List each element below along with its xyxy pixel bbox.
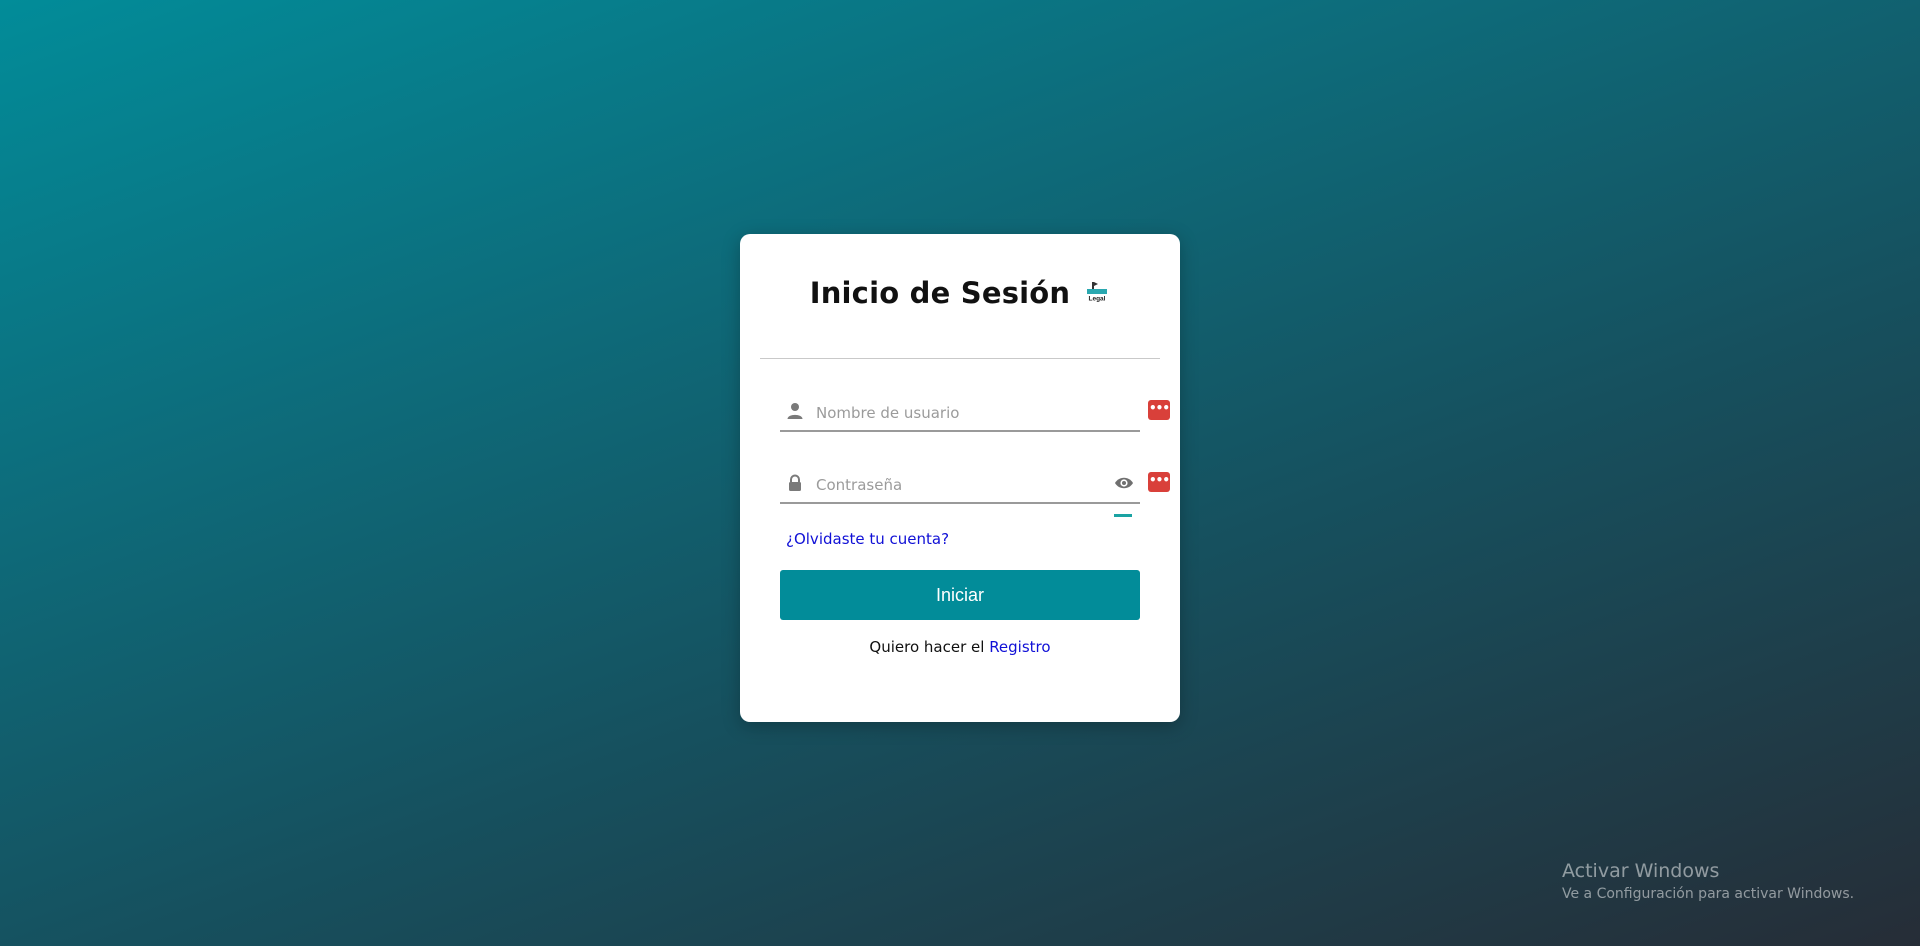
register-link[interactable]: Registro xyxy=(989,638,1050,656)
login-button[interactable]: Iniciar xyxy=(780,570,1140,620)
register-prompt: Quiero hacer el xyxy=(869,638,985,656)
title-divider xyxy=(760,358,1160,359)
password-field[interactable] xyxy=(780,466,1140,517)
forgot-account-link[interactable]: ¿Olvidaste tu cuenta? xyxy=(786,530,949,548)
eye-underline xyxy=(1114,514,1132,517)
username-input[interactable] xyxy=(814,398,1118,428)
eye-icon[interactable] xyxy=(1114,475,1134,491)
password-input[interactable] xyxy=(814,470,1118,500)
page-title: Inicio de Sesión xyxy=(809,276,1071,310)
watermark-title: Activar Windows xyxy=(1562,860,1720,882)
username-field[interactable] xyxy=(780,394,1140,432)
password-manager-icon[interactable]: ••• xyxy=(1148,400,1170,420)
person-icon xyxy=(787,403,803,419)
watermark-subtitle: Ve a Configuración para activar Windows. xyxy=(1562,886,1855,902)
password-manager-icon[interactable]: ••• xyxy=(1148,472,1170,492)
register-row: Quiero hacer el Registro xyxy=(740,638,1180,656)
lock-icon xyxy=(789,474,801,491)
title-row: Inicio de Sesión Legal xyxy=(740,276,1180,310)
windows-activation-watermark: Activar Windows Ve a Configuración para … xyxy=(1562,860,1854,902)
login-card: Inicio de Sesión Legal ••• ••• ¿Ol xyxy=(740,234,1180,722)
legal-logo-icon: Legal xyxy=(1087,282,1108,303)
svg-text:Legal: Legal xyxy=(1089,296,1106,303)
